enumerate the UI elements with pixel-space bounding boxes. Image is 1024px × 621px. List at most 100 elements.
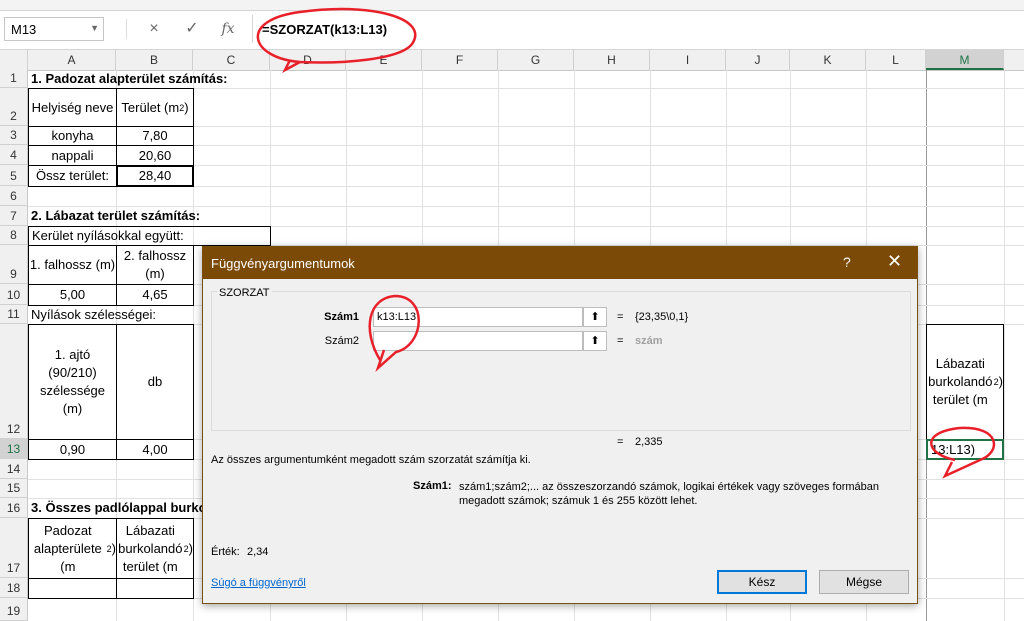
row-header-14[interactable]: 14 bbox=[0, 459, 28, 479]
cell-b12[interactable]: db bbox=[116, 324, 194, 440]
cell-a13[interactable]: 0,90 bbox=[28, 439, 117, 460]
formula-text: =SZORZAT(k13:L13) bbox=[262, 22, 388, 37]
arg2-label: Szám2 bbox=[324, 335, 359, 347]
column-header-k[interactable]: K bbox=[790, 50, 866, 70]
cell-a1[interactable]: 1. Padozat alapterület számítás: bbox=[28, 70, 288, 88]
column-header-c[interactable]: C bbox=[193, 50, 270, 70]
collapse-icon[interactable]: ⬆ bbox=[583, 307, 607, 327]
cell-b4[interactable]: 20,60 bbox=[116, 145, 194, 166]
cell-b13[interactable]: 4,00 bbox=[116, 439, 194, 460]
column-header-m[interactable]: M bbox=[926, 50, 1004, 70]
arg1-result: {23,35\0,1} bbox=[635, 311, 689, 323]
value-label: Érték: bbox=[211, 546, 240, 558]
arg1-label: Szám1 bbox=[324, 311, 359, 323]
column-header-a[interactable]: A bbox=[28, 50, 116, 70]
chevron-down-icon[interactable]: ▼ bbox=[90, 23, 99, 33]
cell-a18[interactable] bbox=[28, 578, 117, 599]
column-header-i[interactable]: I bbox=[650, 50, 726, 70]
arg2-input[interactable] bbox=[373, 331, 583, 351]
cell-b3[interactable]: 7,80 bbox=[116, 126, 194, 146]
cell-b17[interactable]: Lábazati burkolandó terület (m 2) bbox=[116, 518, 194, 579]
fx-icon[interactable]: fx bbox=[214, 17, 242, 41]
function-arguments-dialog: Függvényargumentumok ? ✕ SZORZAT Szám1 k… bbox=[202, 246, 918, 604]
cancel-button[interactable]: Mégse bbox=[819, 570, 909, 594]
row-header-10[interactable]: 10 bbox=[0, 284, 28, 305]
column-header-l[interactable]: L bbox=[866, 50, 926, 70]
cell-a2[interactable]: Helyiség neve bbox=[28, 88, 117, 127]
cell-a7[interactable]: 2. Lábazat terület számítás: bbox=[28, 206, 288, 226]
cell-a8[interactable]: Kerület nyílásokkal együtt: bbox=[28, 226, 271, 246]
column-header-h[interactable]: H bbox=[574, 50, 650, 70]
row-header-2[interactable]: 2 bbox=[0, 88, 28, 126]
function-description: Az összes argumentumként megadott szám s… bbox=[211, 454, 531, 466]
arg1-equals: = bbox=[617, 311, 624, 323]
cell-a5[interactable]: Össz terület: bbox=[28, 165, 117, 187]
cell-a17-text: Padozat alapterülete (m bbox=[33, 522, 102, 574]
row-header-6[interactable]: 6 bbox=[0, 186, 28, 206]
arg2-result: szám bbox=[635, 335, 663, 347]
row-header-11[interactable]: 11 bbox=[0, 305, 28, 324]
paren: ) bbox=[184, 99, 189, 115]
column-header-j[interactable]: J bbox=[726, 50, 790, 70]
row-header-18[interactable]: 18 bbox=[0, 578, 28, 598]
name-box-value: M13 bbox=[11, 22, 37, 37]
row-header-5[interactable]: 5 bbox=[0, 165, 28, 186]
select-all-corner[interactable] bbox=[0, 50, 28, 70]
cell-b5[interactable]: 28,40 bbox=[116, 165, 194, 187]
cell-b2-text: Terület (m bbox=[121, 99, 180, 115]
cell-a11[interactable]: Nyílások szélességei: bbox=[28, 305, 228, 324]
collapse-icon[interactable]: ⬆ bbox=[583, 331, 607, 351]
close-icon[interactable]: ✕ bbox=[887, 251, 902, 272]
cell-a10[interactable]: 5,00 bbox=[28, 284, 117, 306]
row-header-7[interactable]: 7 bbox=[0, 206, 28, 226]
check-icon[interactable]: ✓ bbox=[178, 17, 206, 41]
formula-result: 2,335 bbox=[635, 436, 663, 448]
cell-b2[interactable]: Terület (m 2) bbox=[116, 88, 194, 127]
paren: ) bbox=[188, 540, 193, 556]
column-header-e[interactable]: E bbox=[346, 50, 422, 70]
formula-bar: M13 ▼ × ✓ fx =SZORZAT(k13:L13) bbox=[0, 11, 1024, 50]
cell-a3[interactable]: konyha bbox=[28, 126, 117, 146]
help-icon[interactable]: ? bbox=[843, 254, 851, 270]
arg-help-label: Szám1: bbox=[413, 480, 452, 492]
name-box[interactable]: M13 ▼ bbox=[4, 17, 104, 41]
arg2-equals: = bbox=[617, 335, 624, 347]
cell-b18[interactable] bbox=[116, 578, 194, 599]
row-header-17[interactable]: 17 bbox=[0, 518, 28, 578]
row-header-8[interactable]: 8 bbox=[0, 226, 28, 245]
row-header-12[interactable]: 12 bbox=[0, 324, 28, 439]
cell-a17[interactable]: Padozat alapterülete (m 2) bbox=[28, 518, 117, 579]
cell-m13-active[interactable]: 13:L13) bbox=[926, 439, 1004, 460]
cell-a16[interactable]: 3. Összes padlólappal burkol bbox=[28, 498, 208, 518]
row-header-1[interactable]: 1 bbox=[0, 70, 28, 88]
column-headers: A B C D E F G H I J K L M bbox=[0, 50, 1024, 71]
column-header-f[interactable]: F bbox=[422, 50, 498, 70]
row-header-19[interactable]: 19 bbox=[0, 598, 28, 621]
column-header-d[interactable]: D bbox=[270, 50, 346, 70]
cell-a9[interactable]: 1. falhossz (m) bbox=[28, 245, 117, 285]
column-header-b[interactable]: B bbox=[116, 50, 193, 70]
cell-a4[interactable]: nappali bbox=[28, 145, 117, 166]
row-header-16[interactable]: 16 bbox=[0, 498, 28, 518]
cell-b17-text: Lábazati burkolandó terület (m bbox=[118, 522, 183, 574]
divider bbox=[126, 19, 127, 39]
function-name: SZORZAT bbox=[217, 287, 272, 299]
column-header-g[interactable]: G bbox=[498, 50, 574, 70]
row-header-13[interactable]: 13 bbox=[0, 439, 28, 459]
row-header-4[interactable]: 4 bbox=[0, 145, 28, 165]
cell-b10[interactable]: 4,65 bbox=[116, 284, 194, 306]
ok-button[interactable]: Kész bbox=[717, 570, 807, 594]
row-header-15[interactable]: 15 bbox=[0, 479, 28, 498]
arg1-input[interactable]: k13:L13 bbox=[373, 307, 583, 327]
row-header-9[interactable]: 9 bbox=[0, 245, 28, 284]
ribbon-strip bbox=[0, 0, 1024, 11]
cancel-icon[interactable]: × bbox=[140, 17, 168, 41]
cell-a12[interactable]: 1. ajtó (90/210) szélessége (m) bbox=[28, 324, 117, 440]
arg-help-text: szám1;szám2;... az összeszorzandó számok… bbox=[459, 481, 880, 507]
dialog-title-bar[interactable]: Függvényargumentumok ? ✕ bbox=[203, 247, 917, 279]
help-link[interactable]: Súgó a függvényről bbox=[211, 577, 306, 589]
row-header-3[interactable]: 3 bbox=[0, 126, 28, 145]
paren: ) bbox=[998, 374, 1003, 389]
cell-m12[interactable]: Lábazati burkolandó terület (m 2) bbox=[926, 324, 1004, 440]
cell-b9[interactable]: 2. falhossz (m) bbox=[116, 245, 194, 285]
